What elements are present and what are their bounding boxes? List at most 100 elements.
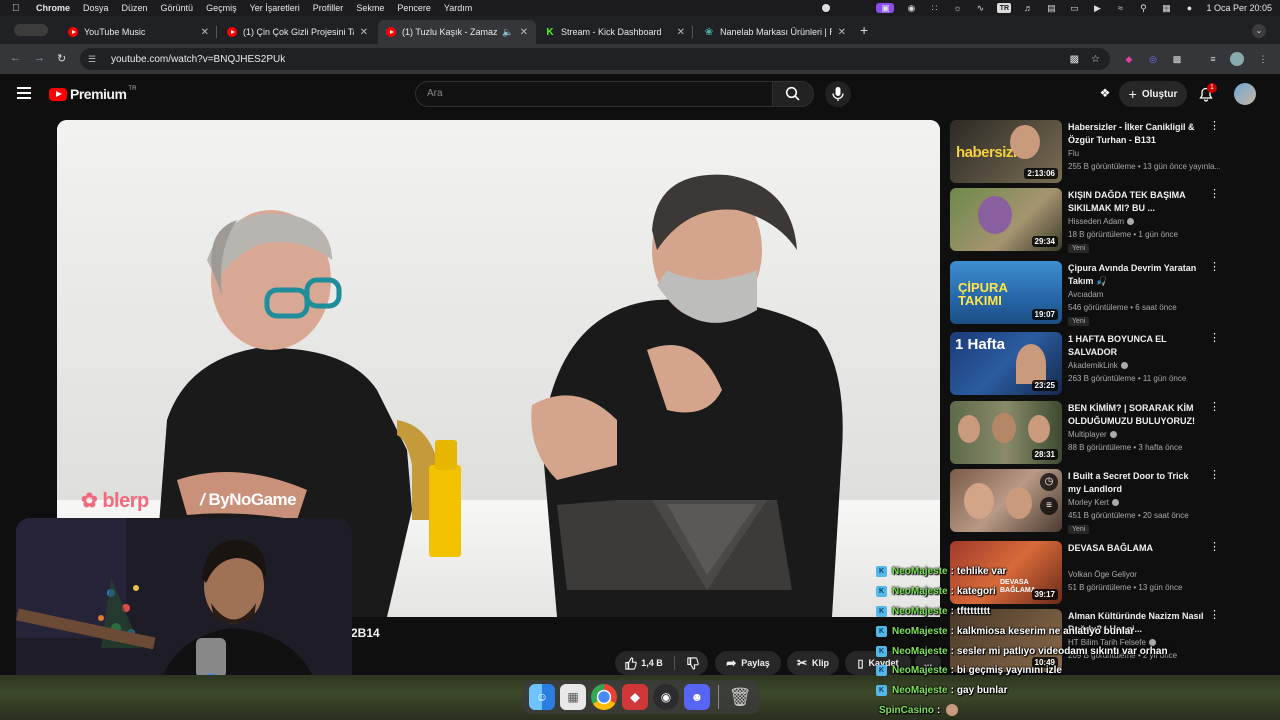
more-options-icon[interactable]: ⋮ xyxy=(1209,610,1220,621)
recommendation-item[interactable]: habersizler 2:13:06 Habersizler - İlker … xyxy=(950,120,1270,184)
more-options-icon[interactable]: ⋮ xyxy=(1209,262,1220,273)
more-options-icon[interactable]: ⋮ xyxy=(1209,542,1220,553)
menu-bookmarks[interactable]: Yer İşaretleri xyxy=(250,3,300,13)
menu-view[interactable]: Görüntü xyxy=(161,3,194,13)
finder-icon[interactable]: ☺ xyxy=(529,684,555,710)
create-button[interactable]: + Oluştur xyxy=(1119,81,1187,107)
more-options-icon[interactable]: ⋮ xyxy=(1209,121,1220,132)
extension-icon[interactable]: ◎ xyxy=(1146,52,1160,66)
channel-name[interactable]: AkademikLink xyxy=(1068,361,1128,370)
install-app-icon[interactable]: ▩ xyxy=(1070,54,1079,65)
new-tab-button[interactable]: + xyxy=(860,22,868,38)
tab-kick-dashboard[interactable]: K Stream - Kick Dashboard ✕ xyxy=(537,20,693,44)
thumb-down-icon[interactable] xyxy=(686,656,699,670)
search-input[interactable]: Ara xyxy=(415,81,773,107)
video-title[interactable]: KIŞIN DAĞDA TEK BAŞIMA SIKILMAK MI? BU .… xyxy=(1068,189,1204,215)
riot-icon[interactable]: ◆ xyxy=(622,684,648,710)
reload-icon[interactable]: ↻ xyxy=(57,52,66,65)
profile-avatar-icon[interactable] xyxy=(1230,52,1244,66)
extension-icon[interactable]: ◆ xyxy=(1122,52,1136,66)
now-playing-icon[interactable]: ▶ xyxy=(1091,3,1103,13)
watch-later-icon[interactable]: ◷ xyxy=(1040,473,1058,491)
channel-name[interactable]: Avcıadam xyxy=(1068,290,1103,299)
menu-profiles[interactable]: Profiller xyxy=(313,3,344,13)
launchpad-icon[interactable]: ▦ xyxy=(560,684,586,710)
video-thumbnail[interactable]: ◷ ≡ xyxy=(950,469,1062,532)
tab-tuzlu-kasik[interactable]: (1) Tuzlu Kaşık - Zamazing 🔈 ✕ xyxy=(378,20,536,44)
puzzle-icon[interactable]: ▩ xyxy=(1170,52,1184,66)
close-icon[interactable]: ✕ xyxy=(360,27,368,38)
more-options-icon[interactable]: ⋮ xyxy=(1209,470,1220,481)
tab-youtube-music[interactable]: YouTube Music ✕ xyxy=(60,20,217,44)
siri-icon[interactable]: ● xyxy=(1183,3,1195,13)
tab-nanelab[interactable]: ❀ Nanelab Markası Ürünleri | Re ✕ xyxy=(696,20,854,44)
video-thumbnail[interactable]: 28:31 xyxy=(950,401,1062,464)
recommendation-item[interactable]: ÇİPURA TAKIMI 19:07 Çipura Avında Devrim… xyxy=(950,261,1270,326)
channel-name[interactable]: Flu xyxy=(1068,149,1079,158)
channel-name[interactable]: Volkan Öge Geliyor xyxy=(1068,570,1137,579)
search-button[interactable] xyxy=(772,81,814,107)
menu-history[interactable]: Geçmiş xyxy=(206,3,237,13)
add-to-queue-icon[interactable]: ≡ xyxy=(1040,497,1058,515)
recommendation-item[interactable]: ◷ ≡ I Built a Secret Door to Trick my La… xyxy=(950,469,1270,534)
close-icon[interactable]: ✕ xyxy=(520,27,528,38)
video-thumbnail[interactable]: ÇİPURA TAKIMI 19:07 xyxy=(950,261,1062,324)
recommendation-item[interactable]: 29:34 KIŞIN DAĞDA TEK BAŞIMA SIKILMAK MI… xyxy=(950,188,1270,253)
tab-list-icon[interactable]: ⌄ xyxy=(1252,24,1266,38)
video-thumbnail[interactable]: 1 Hafta 23:25 xyxy=(950,332,1062,395)
more-options-icon[interactable]: ⋮ xyxy=(1209,189,1220,200)
menu-help[interactable]: Yardım xyxy=(444,3,472,13)
grid-status-icon[interactable]: ∷ xyxy=(928,3,940,13)
screen-record-icon[interactable]: ▣ xyxy=(876,3,895,13)
menu-app-name[interactable]: Chrome xyxy=(36,3,70,13)
more-options-icon[interactable]: ⋮ xyxy=(1209,333,1220,344)
display-icon[interactable]: ▤ xyxy=(1045,3,1057,13)
bookmark-star-icon[interactable]: ☆ xyxy=(1091,54,1100,65)
voice-search-button[interactable] xyxy=(825,81,851,107)
video-title[interactable]: DEVASA BAĞLAMA xyxy=(1068,542,1204,555)
close-icon[interactable]: ✕ xyxy=(201,27,209,38)
back-icon[interactable]: ← xyxy=(10,52,21,64)
media-controls-icon[interactable]: ≡ xyxy=(1206,52,1220,66)
extension-shortcut-icon[interactable]: ❖ xyxy=(1097,85,1113,101)
video-title[interactable]: BEN KİMİM? | SORARAK KİM OLDUĞUMUZU BULU… xyxy=(1068,402,1204,428)
menu-edit[interactable]: Düzen xyxy=(122,3,148,13)
menu-window[interactable]: Pencere xyxy=(397,3,431,13)
menu-file[interactable]: Dosya xyxy=(83,3,109,13)
obs-icon[interactable]: ◉ xyxy=(653,684,679,710)
video-thumbnail[interactable]: habersizler 2:13:06 xyxy=(950,120,1062,183)
clip-button[interactable]: ✂ Klip xyxy=(787,651,839,675)
forward-icon[interactable]: → xyxy=(34,52,45,64)
channel-name[interactable]: Multiplayer xyxy=(1068,430,1117,439)
menu-icon[interactable] xyxy=(17,87,31,99)
close-icon[interactable]: ✕ xyxy=(838,27,846,38)
video-thumbnail[interactable]: 29:34 xyxy=(950,188,1062,251)
video-title[interactable]: Çipura Avında Devrim Yaratan Takım 🎣 xyxy=(1068,262,1204,288)
video-title[interactable]: Habersizler - İlker Canikligil & Özgür T… xyxy=(1068,121,1204,147)
apple-icon[interactable]:  xyxy=(12,3,26,14)
avatar[interactable] xyxy=(1234,83,1256,105)
site-info-icon[interactable]: ☰ xyxy=(88,54,102,65)
wifi-icon[interactable]: ≈ xyxy=(1114,3,1126,13)
recommendation-item[interactable]: 28:31 BEN KİMİM? | SORARAK KİM OLDUĞUMUZ… xyxy=(950,401,1270,465)
volume-icon[interactable]: ♬ xyxy=(1022,3,1034,13)
address-bar[interactable]: ☰ youtube.com/watch?v=BNQJHES2PUk ▩ ☆ xyxy=(80,48,1110,70)
recommendation-item[interactable]: 1 Hafta 23:25 1 HAFTA BOYUNCA EL SALVADO… xyxy=(950,332,1270,396)
chrome-menu-icon[interactable]: ⋮ xyxy=(1256,52,1270,66)
spotlight-icon[interactable]: ⚲ xyxy=(1137,3,1149,13)
input-language[interactable]: TR xyxy=(997,3,1012,13)
more-options-icon[interactable]: ⋮ xyxy=(1209,402,1220,413)
tab-china-project[interactable]: (1) Çin Çok Gizli Projesini Tam ✕ xyxy=(219,20,376,44)
tab-search-button[interactable] xyxy=(14,24,48,36)
control-center-icon[interactable]: ▦ xyxy=(1160,3,1172,13)
battery-icon[interactable]: ▭ xyxy=(1068,3,1080,13)
like-button[interactable]: 1,4 B xyxy=(624,656,663,670)
chrome-icon[interactable] xyxy=(591,684,617,710)
trash-icon[interactable]: 🗑 xyxy=(727,684,753,710)
obs-status-icon[interactable]: ◉ xyxy=(905,3,917,13)
audio-wave-icon[interactable]: ∿ xyxy=(974,3,986,13)
channel-name[interactable]: Morley Kert xyxy=(1068,498,1119,507)
clock[interactable]: 1 Oca Per 20:05 xyxy=(1206,3,1272,13)
menu-tab[interactable]: Sekme xyxy=(356,3,384,13)
close-icon[interactable]: ✕ xyxy=(677,27,685,38)
